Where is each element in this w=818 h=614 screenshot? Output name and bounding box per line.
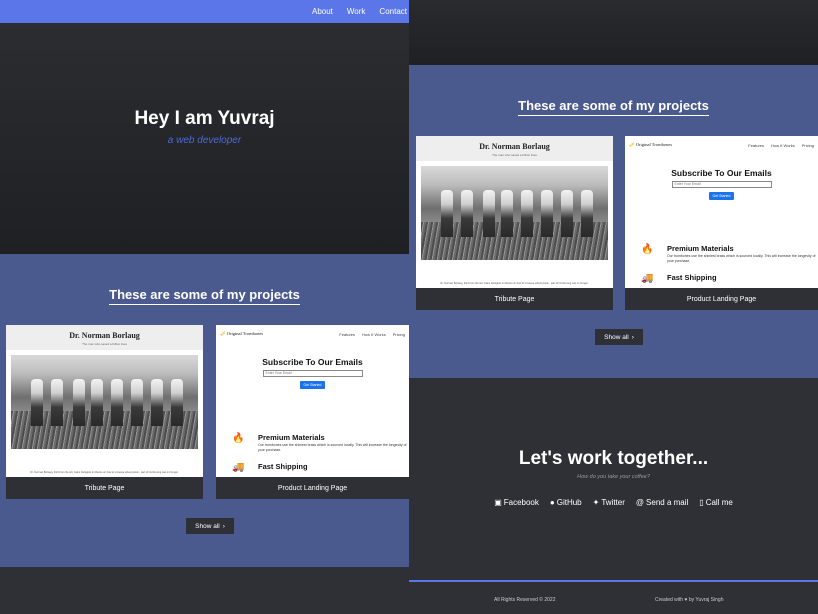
tribute-preview-caption: Dr. Norman Borlaug, third from the left,… [30, 471, 179, 474]
show-all-button[interactable]: Show all › [186, 518, 234, 534]
facebook-icon: ▣ [494, 498, 502, 507]
nav-contact-link[interactable]: Contact [379, 7, 407, 16]
contact-links: ▣ Facebook ● GitHub ✦ Twitter @ Send a mail … [409, 498, 818, 507]
borlaug-photo [11, 355, 198, 449]
hero-section-end [409, 0, 818, 65]
email-link[interactable]: @ Send a mail [636, 498, 688, 507]
hero-title: Hey I am Yuvraj [134, 108, 275, 129]
tribute-preview: Dr. Norman Borlaug The man who saved a b… [416, 136, 613, 288]
welcome-section: Hey I am Yuvraj a web developer [0, 23, 409, 254]
borlaug-photo [421, 166, 608, 260]
feature-shipping: 🚚 Fast Shipping [232, 462, 308, 473]
email-icon: @ [635, 498, 645, 507]
tribute-preview-subtitle: The man who saved a billion lives [492, 153, 537, 157]
feature-premium: 🔥 Premium Materials Our trombones use th… [232, 433, 407, 452]
project-tile-landing[interactable]: 🎺 Original Trombones Features How It Wor… [625, 136, 818, 310]
nav-work-link[interactable]: Work [347, 7, 366, 16]
landing-heading: Subscribe To Our Emails [262, 357, 363, 367]
landing-link-pricing: Pricing [801, 142, 814, 148]
landing-get-started-button: Get Started [299, 381, 326, 389]
landing-preview: 🎺 Original Trombones Features How It Wor… [625, 136, 818, 288]
projects-title: These are some of my projects [409, 98, 818, 116]
project-tile-tribute[interactable]: Dr. Norman Borlaug The man who saved a b… [6, 325, 203, 499]
twitter-icon: ✦ [592, 498, 600, 507]
footer-credit: Created with ♥ by Yuvraj Singh [655, 597, 724, 603]
project-tile-landing[interactable]: 🎺 Original Trombones Features How It Wor… [216, 325, 409, 499]
tribute-preview-title: Dr. Norman Borlaug [479, 142, 550, 151]
tile-label: Tribute Page [84, 484, 125, 492]
feature-shipping: 🚚 Fast Shipping [641, 273, 717, 284]
landing-link-how: How It Works [771, 142, 795, 148]
navbar: About Work Contact [0, 0, 409, 23]
landing-link-features: Features [339, 331, 356, 337]
tribute-preview: Dr. Norman Borlaug The man who saved a b… [6, 325, 203, 477]
truck-icon: 🚚 [232, 462, 245, 473]
contact-subtitle: How do you take your coffee? [577, 474, 650, 480]
landing-heading: Subscribe To Our Emails [671, 168, 772, 178]
fire-icon: 🔥 [232, 433, 245, 444]
show-all-button[interactable]: Show all › [595, 329, 643, 345]
contact-section: Let's work together... How do you take y… [409, 378, 818, 580]
hero-subtitle: a web developer [167, 135, 242, 146]
project-tile-tribute[interactable]: Dr. Norman Borlaug The man who saved a b… [416, 136, 613, 310]
contact-section-start [0, 567, 409, 614]
footer-copyright: All Rights Reserved © 2022 [494, 597, 556, 603]
landing-preview: 🎺 Original Trombones Features How It Wor… [216, 325, 409, 477]
facebook-link[interactable]: ▣ Facebook [494, 498, 539, 507]
projects-title: These are some of my projects [0, 287, 409, 305]
phone-icon: ▯ [699, 498, 704, 507]
chevron-right-icon: › [222, 522, 225, 530]
tile-label: Product Landing Page [277, 484, 348, 492]
chevron-right-icon: › [631, 333, 634, 341]
nav-about-link[interactable]: About [312, 7, 333, 16]
landing-logo: 🎺 Original Trombones [629, 142, 673, 147]
feature-premium: 🔥 Premium Materials Our trombones use th… [641, 244, 816, 263]
tribute-preview-subtitle: The man who saved a billion lives [82, 342, 127, 346]
projects-section: These are some of my projects Dr. Norman… [0, 254, 409, 567]
tribute-preview-caption: Dr. Norman Borlaug, third from the left,… [440, 282, 589, 285]
github-icon: ● [549, 498, 555, 507]
twitter-link[interactable]: ✦ Twitter [593, 498, 625, 507]
github-link[interactable]: ● GitHub [550, 498, 582, 507]
projects-section: These are some of my projects Dr. Norman… [409, 65, 818, 378]
landing-link-how: How It Works [362, 331, 386, 337]
contact-title: Let's work together... [518, 448, 709, 469]
page-view-top: About Work Contact Hey I am Yuvraj a web… [0, 0, 409, 614]
tribute-preview-title: Dr. Norman Borlaug [69, 331, 140, 340]
tile-label: Tribute Page [494, 295, 535, 303]
landing-email-input: Enter Your Email [262, 370, 363, 377]
page-view-bottom: These are some of my projects Dr. Norman… [409, 0, 818, 614]
fire-icon: 🔥 [641, 244, 654, 255]
landing-link-pricing: Pricing [392, 331, 405, 337]
footer: All Rights Reserved © 2022 Created with … [409, 580, 818, 614]
truck-icon: 🚚 [641, 273, 654, 284]
phone-link[interactable]: ▯ Call me [699, 498, 733, 507]
landing-email-input: Enter Your Email [671, 181, 772, 188]
tile-label: Product Landing Page [686, 295, 757, 303]
landing-get-started-button: Get Started [708, 192, 735, 200]
landing-link-features: Features [748, 142, 765, 148]
landing-logo: 🎺 Original Trombones [220, 331, 264, 336]
